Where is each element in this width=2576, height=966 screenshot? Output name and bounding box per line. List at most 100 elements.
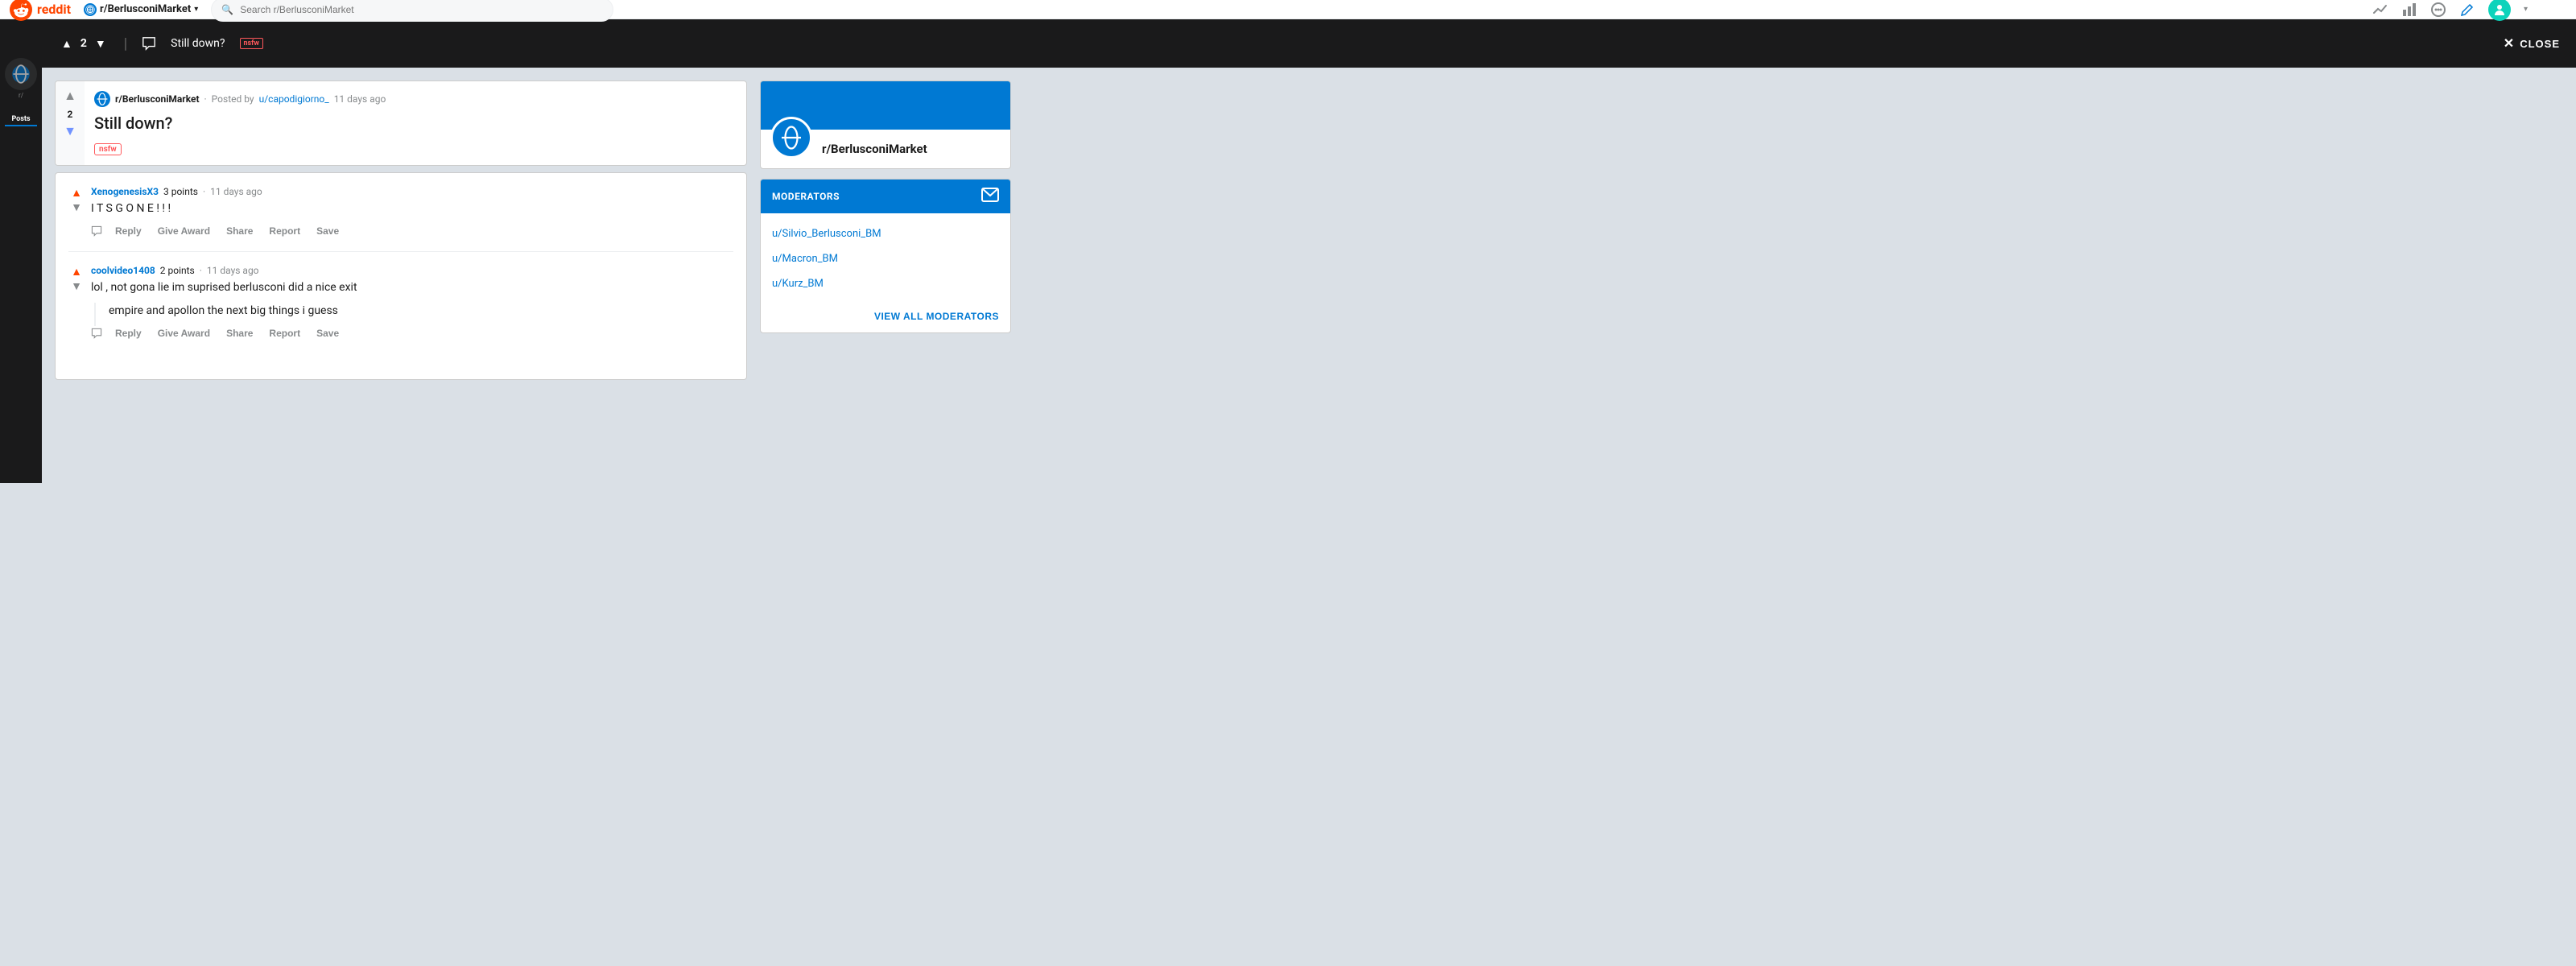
- post-content: r/BerlusconiMarket · Posted by u/capodig…: [85, 81, 746, 165]
- mod-link-1[interactable]: u/Macron_BM: [772, 253, 838, 265]
- trending-icon-btn[interactable]: [2372, 2, 2388, 18]
- bar-upvote-btn[interactable]: ▲: [58, 35, 76, 52]
- posts-nav[interactable]: Posts: [5, 115, 37, 126]
- reddit-text-logo: reddit: [37, 2, 71, 17]
- close-label: CLOSE: [2520, 38, 2560, 50]
- comment-2-body: coolvideo1408 2 points · 11 days ago lol…: [91, 265, 733, 341]
- chat-icon-btn[interactable]: [2430, 2, 2446, 18]
- post-black-bar: ▲ 2 ▼ | Still down? nsfw ✕ CLOSE: [42, 19, 2576, 68]
- comment-2-downvote-btn[interactable]: ▼: [71, 279, 82, 292]
- search-bar[interactable]: 🔍: [211, 0, 613, 22]
- right-sidebar: r/BerlusconiMarket MODERATORS u/Silvio_B…: [760, 80, 1011, 470]
- comment-2-upvote-btn[interactable]: ▲: [71, 265, 82, 278]
- view-all-mods-btn[interactable]: VIEW ALL MODERATORS: [874, 311, 999, 322]
- subreddit-card: r/BerlusconiMarket: [760, 80, 1011, 169]
- comment-2-points: 2 points: [160, 265, 195, 276]
- moderators-card: MODERATORS u/Silvio_Berlusconi_BM u/Macr…: [760, 179, 1011, 333]
- mod-mail-btn[interactable]: [981, 188, 999, 205]
- mod-mail-icon: [981, 188, 999, 202]
- comment-1-actions: Reply Give Award Share Report Save: [91, 224, 733, 238]
- stats-icon: [2401, 2, 2417, 18]
- bar-vote-count: 2: [80, 37, 87, 50]
- bar-post-title: Still down?: [171, 37, 225, 50]
- user-avatar-btn[interactable]: [2488, 0, 2511, 21]
- comment-2-give-award-btn[interactable]: Give Award: [155, 326, 213, 341]
- chat-icon: [2430, 2, 2446, 18]
- close-button[interactable]: ✕ CLOSE: [2504, 35, 2560, 52]
- comment-1-vote-col: ▲ ▼: [68, 186, 85, 238]
- reddit-logo[interactable]: reddit: [10, 0, 71, 21]
- post-vote-column: ▲ 2 ▼: [56, 81, 85, 165]
- mod-link-0[interactable]: u/Silvio_Berlusconi_BM: [772, 228, 881, 240]
- comment-2-author[interactable]: coolvideo1408: [91, 265, 155, 276]
- close-x-icon: ✕: [2504, 35, 2515, 52]
- comments-section: ▲ ▼ XenogenesisX3 3 points · 11 days ago…: [55, 172, 747, 380]
- comment-2-save-btn[interactable]: Save: [313, 326, 342, 341]
- comment-1-time: 11 days ago: [210, 186, 262, 197]
- post-author-link[interactable]: u/capodigiorno_: [259, 93, 329, 105]
- comment-2-dot: ·: [200, 265, 202, 276]
- comment-1-header: XenogenesisX3 3 points · 11 days ago: [91, 186, 733, 197]
- comment-1-downvote-btn[interactable]: ▼: [71, 200, 82, 213]
- post-downvote-btn[interactable]: ▼: [62, 123, 78, 141]
- post-sub-icon-img: [96, 93, 109, 105]
- comment-1-upvote-btn[interactable]: ▲: [71, 186, 82, 199]
- bar-vote-section: ▲ 2 ▼: [58, 35, 109, 52]
- post-nsfw-badge: nsfw: [94, 143, 122, 155]
- comment-2-reply-btn[interactable]: Reply: [112, 326, 145, 341]
- post-vote-count: 2: [68, 109, 73, 120]
- comment-1-points: 3 points: [163, 186, 198, 197]
- top-navbar: reddit r/BerlusconiMarket ▾ 🔍: [0, 0, 2576, 19]
- comment-1-author[interactable]: XenogenesisX3: [91, 186, 159, 197]
- comment-2-share-btn[interactable]: Share: [223, 326, 256, 341]
- mod-link-2[interactable]: u/Kurz_BM: [772, 278, 824, 290]
- stats-icon-btn[interactable]: [2401, 2, 2417, 18]
- pen-icon-btn[interactable]: [2459, 2, 2475, 18]
- post-sub-icon: [94, 91, 110, 107]
- bar-comment-icon: [142, 36, 156, 51]
- comment-1-reply-btn[interactable]: Reply: [112, 224, 145, 238]
- posts-nav-underline: [5, 125, 37, 126]
- subreddit-mini-icon: [85, 5, 95, 14]
- sub-icon-nav[interactable]: [5, 58, 37, 90]
- bar-downvote-btn[interactable]: ▼: [92, 35, 109, 52]
- comment-2-header: coolvideo1408 2 points · 11 days ago: [91, 265, 733, 276]
- mod-item-2: u/Kurz_BM: [761, 270, 1010, 295]
- comment-1-share-btn[interactable]: Share: [223, 224, 256, 238]
- left-sidebar: r/ Posts: [0, 19, 42, 483]
- pen-icon: [2459, 2, 2475, 18]
- subreddit-dropdown-arrow: ▾: [194, 5, 198, 14]
- comment-1-chat-icon: [91, 225, 102, 237]
- subreddit-nav-icon: [84, 3, 97, 16]
- sub-label-nav: r/: [19, 92, 23, 99]
- sub-card-icon: [770, 117, 812, 159]
- view-all-mods: VIEW ALL MODERATORS: [761, 301, 1010, 332]
- mod-header-title: MODERATORS: [772, 191, 840, 202]
- black-bar-left: ▲ 2 ▼ | Still down? nsfw: [58, 35, 263, 52]
- comment-1-save-btn[interactable]: Save: [313, 224, 342, 238]
- comment-1-body: XenogenesisX3 3 points · 11 days ago I T…: [91, 186, 733, 238]
- bar-divider: |: [124, 35, 127, 52]
- trending-icon: [2372, 2, 2388, 18]
- post-title: Still down?: [94, 114, 737, 133]
- post-upvote-btn[interactable]: ▲: [62, 88, 78, 105]
- subreddit-nav[interactable]: r/BerlusconiMarket ▾: [84, 3, 198, 16]
- sub-icon-nav-img: [11, 64, 31, 84]
- nav-icons: ▾: [2372, 0, 2528, 21]
- reddit-icon: [10, 0, 32, 21]
- main-container: ▲ 2 ▼ r/BerlusconiMarket · Posted by: [42, 68, 1288, 483]
- post-meta: r/BerlusconiMarket · Posted by u/capodig…: [94, 91, 737, 107]
- user-avatar-icon: [2491, 2, 2508, 18]
- comment-1-give-award-btn[interactable]: Give Award: [155, 224, 213, 238]
- search-icon: 🔍: [221, 4, 233, 15]
- post-subreddit-link[interactable]: r/BerlusconiMarket: [115, 93, 200, 105]
- comment-2-text-line1: lol , not gona lie im suprised berluscon…: [91, 279, 733, 296]
- comment-1-report-btn[interactable]: Report: [266, 224, 303, 238]
- mod-item-1: u/Macron_BM: [761, 245, 1010, 270]
- post-meta-dot: ·: [204, 93, 207, 105]
- comment-1-dot: ·: [203, 186, 205, 197]
- search-input[interactable]: [240, 4, 603, 15]
- comment-2-thread-wrap: empire and apollon the next big things i…: [91, 303, 733, 326]
- comment-2-text-line2: empire and apollon the next big things i…: [102, 303, 338, 320]
- comment-2-report-btn[interactable]: Report: [266, 326, 303, 341]
